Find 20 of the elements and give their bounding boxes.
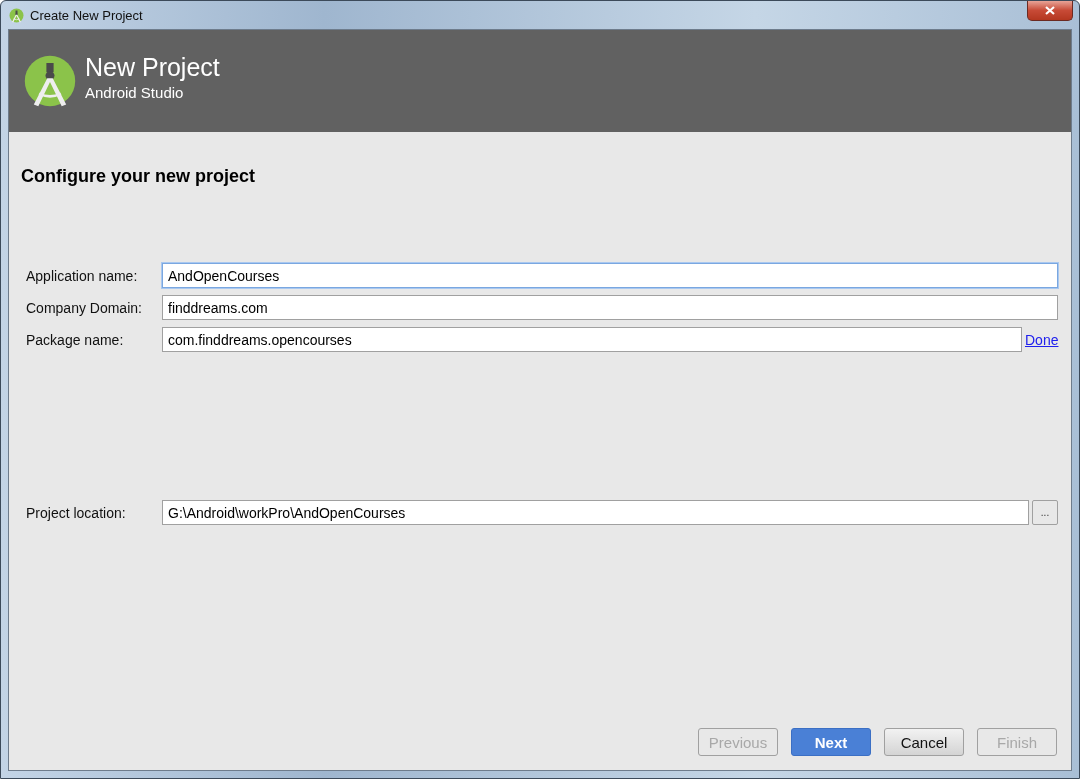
- logo-icon: [23, 54, 77, 108]
- app-icon: [9, 7, 24, 23]
- close-button[interactable]: [1027, 1, 1073, 21]
- input-field[interactable]: AndOpenCourses: [162, 263, 1058, 288]
- header-subtitle: Android Studio: [85, 84, 185, 101]
- input-field[interactable]: finddreams.com: [162, 295, 1058, 320]
- page-title: Configure your new project: [21, 166, 257, 187]
- browse-button[interactable]: ...: [1032, 500, 1058, 525]
- input-field[interactable]: com.finddreams.opencourses: [162, 327, 1022, 352]
- header-title: New Project: [85, 53, 220, 82]
- input-field[interactable]: G:\Android\workPro\AndOpenCourses: [162, 500, 1029, 525]
- window-title: Create New Project: [30, 7, 143, 23]
- close-icon: [1045, 6, 1055, 15]
- field-label: Company Domain:: [26, 299, 143, 316]
- dialog-button[interactable]: Next: [791, 728, 871, 756]
- field-label: Package name:: [26, 331, 125, 348]
- done-link[interactable]: Done: [1025, 331, 1058, 348]
- field-label: Project location:: [26, 504, 127, 521]
- field-label: Application name:: [26, 267, 139, 284]
- dialog-button[interactable]: Cancel: [884, 728, 964, 756]
